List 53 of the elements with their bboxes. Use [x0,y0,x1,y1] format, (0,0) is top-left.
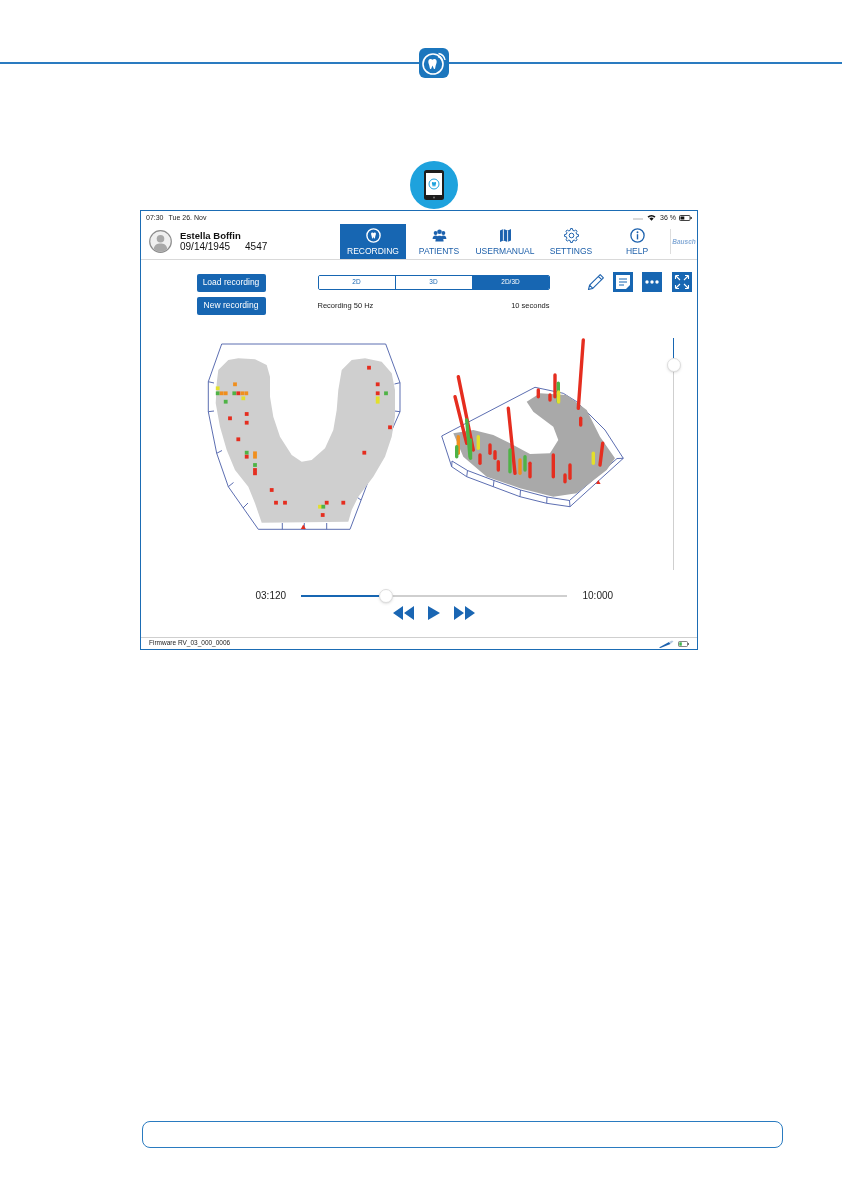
wifi-icon [647,214,657,221]
pressure-cell [387,424,392,429]
tooth-icon [419,48,449,78]
triangle-marker-icon [595,479,601,484]
elapsed-time: 03:120 [255,591,288,601]
settings-icon [563,227,579,243]
slider-thumb[interactable] [378,589,393,603]
pressure-bar [536,387,540,398]
pressure-bar [578,416,582,427]
triangle-marker-icon [300,524,306,529]
pressure-bar [591,451,595,465]
birth-date: 09/14/1945 [180,241,231,253]
total-time: 10:000 [582,591,614,601]
pressure-cell [244,420,249,425]
pressure-cell [383,390,388,395]
battery-icon [678,640,689,647]
fast-forward-icon[interactable] [453,606,475,620]
pressure-cell [244,411,249,416]
pressure-cell [227,415,232,420]
avatar-icon [149,230,172,253]
nav-tab[interactable]: RECORDING [340,224,406,259]
fullscreen-icon[interactable] [671,272,692,292]
patient-id: 4547 [245,241,268,253]
playback-slider-track[interactable] [300,589,567,603]
rewind-icon[interactable] [392,606,414,620]
people-icon [431,227,447,243]
pressure-cell [361,450,366,455]
slider-thumb[interactable] [666,358,681,373]
pressure-cell [232,381,237,386]
patient-name: Estella Boffin [180,230,242,241]
more-icon[interactable] [641,272,662,292]
pressure-bar [597,441,604,467]
pressure-bar [477,452,482,465]
pressure-cell [235,436,240,441]
pressure-cell [320,512,325,517]
map-icon [497,227,513,243]
pressure-cell [366,365,371,370]
battery-icon [679,214,692,221]
recording-button[interactable]: New recording [196,296,266,315]
play-icon[interactable] [426,606,441,620]
pencil-icon[interactable] [585,272,606,292]
pressure-cell [340,500,345,505]
tooth-icon [365,227,381,243]
note-icon[interactable] [612,272,633,292]
pressure-cell [375,381,380,386]
vertical-slider-track[interactable] [666,337,681,570]
info-icon [629,227,645,243]
pressure-bar [551,452,555,478]
recording-button[interactable]: Load recording [196,273,266,292]
pressure-cell [273,500,278,505]
pressure-cell [269,487,274,492]
pressure-cell [282,500,287,505]
pressure-cell [223,399,228,404]
